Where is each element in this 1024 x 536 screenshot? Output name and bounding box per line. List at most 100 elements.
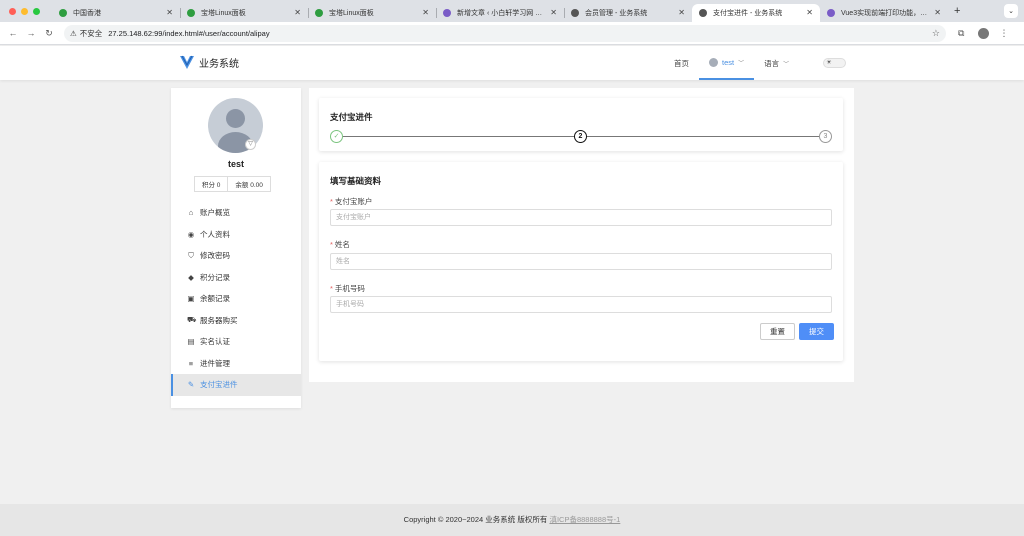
tag-icon: ◆ — [188, 272, 194, 282]
more-menu-icon[interactable]: ⋮ — [999, 28, 1008, 39]
url-text[interactable]: 27.25.148.62:99/index.html#/user/account… — [108, 29, 932, 38]
tab-close-icon[interactable]: ✕ — [678, 8, 685, 17]
sidebar-item-label: 服务器购买 — [200, 315, 238, 325]
nav-language-menu[interactable]: 语言 ﹀ — [754, 46, 799, 80]
sidebar-username: test — [227, 159, 244, 169]
tab-close-icon[interactable]: ✕ — [806, 8, 813, 17]
sidebar-item-label: 积分记录 — [200, 272, 230, 282]
tab-title: 支付宝进件 - 业务系统 — [713, 9, 783, 17]
tab-favicon-icon — [443, 8, 451, 17]
window-controls — [9, 7, 40, 15]
list-icon: ≡ — [188, 358, 194, 368]
shield-icon: ⛉ — [188, 250, 194, 260]
user-circle-icon: ◉ — [187, 229, 195, 239]
tab-title: 中国香港 — [73, 9, 101, 17]
tab-close-icon[interactable]: ✕ — [422, 8, 429, 17]
submit-button[interactable]: 提交 — [799, 323, 834, 340]
name-input[interactable] — [330, 253, 832, 270]
close-window-button[interactable] — [9, 7, 16, 15]
tab-favicon-icon — [59, 8, 67, 17]
sidebar-item-password[interactable]: ⛉ 修改密码 — [171, 245, 301, 267]
sun-icon: ☀ — [826, 60, 832, 66]
new-tab-button[interactable]: + — [954, 5, 960, 17]
browser-tab-active[interactable]: 支付宝进件 - 业务系统 ✕ — [692, 3, 820, 22]
sidebar-item-overview[interactable]: ⌂ 账户概览 — [171, 202, 301, 224]
sidebar-item-onboarding[interactable]: ≡ 进件管理 — [171, 353, 301, 375]
sidebar-item-label: 实名认证 — [200, 337, 230, 347]
logo-shield-icon — [180, 55, 194, 69]
tab-close-icon[interactable]: ✕ — [294, 8, 301, 17]
theme-toggle[interactable]: ☀ — [823, 58, 846, 68]
money-icon: ▣ — [187, 294, 195, 304]
nav-language-label: 语言 — [764, 58, 780, 68]
browser-tab[interactable]: 宝塔Linux面板 ✕ — [308, 4, 436, 22]
vip-badge-icon: ▽ — [245, 139, 256, 150]
sidebar-item-label: 个人资料 — [200, 229, 230, 239]
chevron-down-icon: ﹀ — [783, 61, 790, 68]
forward-arrow-icon[interactable]: → — [22, 28, 40, 38]
sidebar-item-points[interactable]: ◆ 积分记录 — [171, 267, 301, 289]
phone-input[interactable] — [330, 296, 832, 313]
app-logo[interactable]: 业务系统 — [179, 55, 239, 70]
tab-favicon-icon — [315, 8, 323, 17]
step-connector — [587, 136, 819, 137]
account-stats: 积分 0 余额 0.00 — [194, 176, 271, 192]
tab-search-chevron-icon[interactable]: ⌄ — [1004, 4, 1018, 18]
profile-avatar-icon[interactable] — [978, 27, 990, 39]
step-3: 3 — [819, 130, 832, 143]
reload-icon[interactable]: ↻ — [40, 28, 58, 39]
alipay-account-input[interactable] — [330, 209, 832, 226]
logo-text: 业务系统 — [199, 59, 239, 70]
extensions-puzzle-icon[interactable]: ⧉ — [958, 28, 964, 39]
step-indicator: ✓ 2 3 — [330, 130, 832, 144]
browser-tab[interactable]: 中国香港 ✕ — [52, 4, 180, 22]
browser-tab[interactable]: 新增文章 ‹ 小白轩学习网 — Wo ✕ — [436, 4, 564, 22]
security-indicator[interactable]: ⚠ 不安全 — [70, 28, 102, 39]
security-label: 不安全 — [79, 28, 103, 38]
back-arrow-icon[interactable]: ← — [4, 28, 22, 38]
sidebar-item-alipay[interactable]: ✎ 支付宝进件 — [171, 374, 301, 396]
top-navigation: 首页 test ﹀ 语言 ﹀ — [664, 46, 799, 80]
minimize-window-button[interactable] — [21, 7, 28, 15]
copyright-text: Copyright © 2020~2024 业务系统 版权所有 — [403, 515, 550, 524]
sidebar-item-balance[interactable]: ▣ 余额记录 — [171, 288, 301, 310]
tab-close-icon[interactable]: ✕ — [166, 8, 173, 17]
browser-tab[interactable]: Vue3实现前端打印功能，10分钟 ✕ — [820, 4, 948, 22]
page-footer: Copyright © 2020~2024 业务系统 版权所有 滇ICP备888… — [0, 504, 1024, 536]
field-label-text: 支付宝账户 — [334, 197, 373, 206]
balance-stat: 余额 0.00 — [227, 177, 269, 191]
tab-title: 宝塔Linux面板 — [201, 9, 246, 17]
nav-home[interactable]: 首页 — [664, 46, 699, 80]
alipay-account-label: * 支付宝账户 — [330, 196, 372, 207]
step-connector — [343, 136, 575, 137]
nav-user-menu[interactable]: test ﹀ — [699, 46, 755, 80]
sidebar-item-verification[interactable]: ▤ 实名认证 — [171, 331, 301, 353]
tab-favicon-icon — [827, 8, 835, 17]
user-avatar-icon — [709, 57, 718, 67]
browser-tab[interactable]: 会员管理 - 业务系统 ✕ — [564, 4, 692, 22]
tab-close-icon[interactable]: ✕ — [934, 8, 941, 17]
user-avatar[interactable]: ▽ — [208, 98, 263, 153]
sidebar-item-profile[interactable]: ◉ 个人资料 — [171, 224, 301, 246]
tab-close-icon[interactable]: ✕ — [550, 8, 557, 17]
address-bar[interactable]: ⚠ 不安全 27.25.148.62:99/index.html#/user/a… — [64, 24, 946, 42]
bookmark-star-icon[interactable]: ☆ — [932, 28, 940, 39]
tab-title: 宝塔Linux面板 — [329, 9, 374, 17]
sidebar-item-label: 进件管理 — [200, 358, 230, 368]
tab-favicon-icon — [571, 8, 579, 17]
tab-favicon-icon — [187, 8, 195, 17]
required-mark: * — [330, 240, 333, 249]
maximize-window-button[interactable] — [33, 7, 40, 15]
browser-tab[interactable]: 宝塔Linux面板 ✕ — [180, 4, 308, 22]
cart-icon: ⛟ — [187, 315, 197, 325]
reset-button[interactable]: 重置 — [760, 323, 795, 340]
browser-tab-bar: 中国香港 ✕ 宝塔Linux面板 ✕ 宝塔Linux面板 ✕ 新增文章 ‹ 小白… — [0, 0, 1024, 22]
sidebar-item-server-purchase[interactable]: ⛟ 服务器购买 — [171, 310, 301, 332]
account-sidebar: ▽ test 积分 0 余额 0.00 ⌂ 账户概览 ◉ 个人资料 ⛉ 修改密码… — [171, 88, 301, 408]
step-1-check-icon: ✓ — [330, 130, 343, 143]
sidebar-item-label: 余额记录 — [200, 294, 230, 304]
form-title: 填写基础资料 — [330, 176, 382, 186]
icp-link[interactable]: 滇ICP备8888888号-1 — [549, 515, 620, 524]
tab-title: Vue3实现前端打印功能，10分钟 — [841, 9, 928, 17]
name-label: * 姓名 — [330, 239, 350, 250]
